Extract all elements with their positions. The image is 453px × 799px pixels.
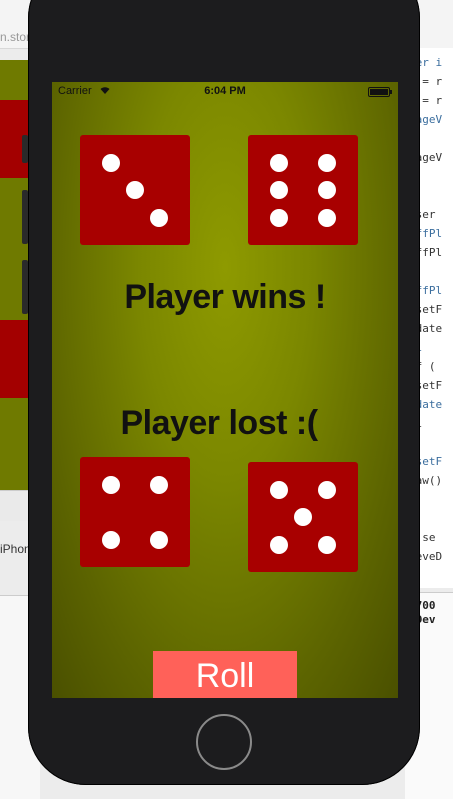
home-button[interactable] (196, 714, 252, 770)
die-pip (318, 480, 337, 499)
opponent-die-1 (80, 457, 190, 567)
die-pip (269, 208, 288, 227)
die-pip (150, 208, 169, 227)
die-pip (294, 508, 312, 526)
die-pip (318, 535, 337, 554)
status-time: 6:04 PM (204, 85, 246, 97)
url-fragment: n.stor (0, 30, 31, 44)
volume-down-button (22, 260, 28, 314)
die-pip (126, 181, 144, 199)
player-result-label: Player wins ! (124, 278, 326, 316)
status-bar: Carrier 6:04 PM (52, 82, 398, 102)
die-pip (150, 475, 169, 494)
die-pip (101, 530, 120, 549)
die-pip (269, 153, 288, 172)
player-die-2 (248, 135, 358, 245)
die-pip (269, 535, 288, 554)
battery-icon (368, 87, 392, 97)
die-pip (269, 181, 288, 199)
die-pip (318, 208, 337, 227)
die-pip (269, 480, 288, 499)
device-label: iPhon (0, 542, 31, 556)
roll-button[interactable]: Roll (153, 651, 297, 698)
die-pip (150, 530, 169, 549)
die-pip (318, 153, 337, 172)
background-die (0, 320, 28, 398)
iphone-frame: Carrier 6:04 PM Player wins ! Player los… (22, 0, 420, 785)
opponent-die-2 (248, 462, 358, 572)
die-pip (101, 153, 120, 172)
opponent-result-label: Player lost :( (120, 404, 318, 442)
app-screen: Carrier 6:04 PM Player wins ! Player los… (52, 82, 398, 698)
player-die-1 (80, 135, 190, 245)
volume-up-button (22, 190, 28, 244)
mute-switch (22, 135, 28, 163)
die-pip (101, 475, 120, 494)
die-pip (318, 181, 337, 199)
